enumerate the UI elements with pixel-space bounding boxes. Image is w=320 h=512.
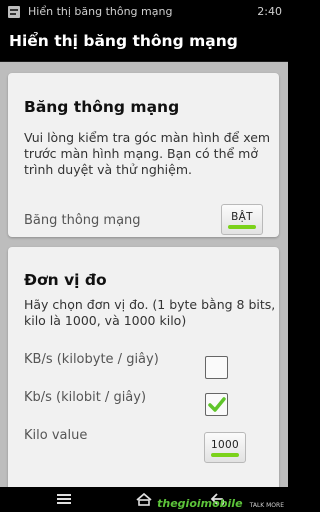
watermark-brand: thegioimobile: [157, 497, 243, 510]
bandwidth-card-description: Vui lòng kiểm tra góc màn hình để xem tr…: [24, 130, 271, 177]
status-bar: Hiển thị băng thông mạng 2:40: [0, 0, 288, 24]
notification-text: Hiển thị băng thông mạng: [28, 5, 173, 18]
unit-option-kbytes-label: KB/s (kilobyte / giây): [24, 352, 159, 367]
status-time: 2:40: [257, 5, 282, 18]
kilo-value-button-label: 1000: [211, 439, 239, 451]
bandwidth-card-title: Băng thông mạng: [24, 98, 180, 116]
navigation-bar: thegioimobile TALK MORE: [0, 487, 288, 512]
menu-icon[interactable]: [55, 491, 73, 507]
checkmark-icon: [208, 397, 226, 412]
bandwidth-card: Băng thông mạng Vui lòng kiểm tra góc mà…: [8, 73, 279, 237]
home-icon[interactable]: [135, 491, 153, 507]
unit-card-title: Đơn vị đo: [24, 271, 107, 289]
toggle-on-indicator: [228, 225, 256, 229]
kilo-value-label: Kilo value: [24, 428, 88, 443]
bandwidth-toggle-button-label: BẬT: [231, 211, 253, 223]
page-title: Hiển thị băng thông mạng: [9, 32, 238, 50]
kilo-value-indicator: [211, 453, 239, 457]
unit-option-kbits-label: Kb/s (kilobit / giây): [24, 390, 147, 405]
network-monitor-notification-icon: [8, 6, 20, 18]
unit-option-kbits-checkbox[interactable]: [205, 393, 228, 416]
watermark: thegioimobile TALK MORE: [157, 492, 284, 511]
watermark-tagline: TALK MORE: [249, 502, 284, 509]
unit-option-kbytes-checkbox[interactable]: [205, 356, 228, 379]
bandwidth-toggle-label: Băng thông mạng: [24, 213, 141, 228]
unit-card-description: Hãy chọn đơn vị đo. (1 byte bằng 8 bits,…: [24, 297, 276, 328]
kilo-value-button[interactable]: 1000: [204, 432, 246, 463]
bandwidth-toggle-button[interactable]: BẬT: [221, 204, 263, 235]
settings-content[interactable]: Băng thông mạng Vui lòng kiểm tra góc mà…: [0, 62, 288, 487]
action-bar: Hiển thị băng thông mạng: [0, 24, 288, 62]
